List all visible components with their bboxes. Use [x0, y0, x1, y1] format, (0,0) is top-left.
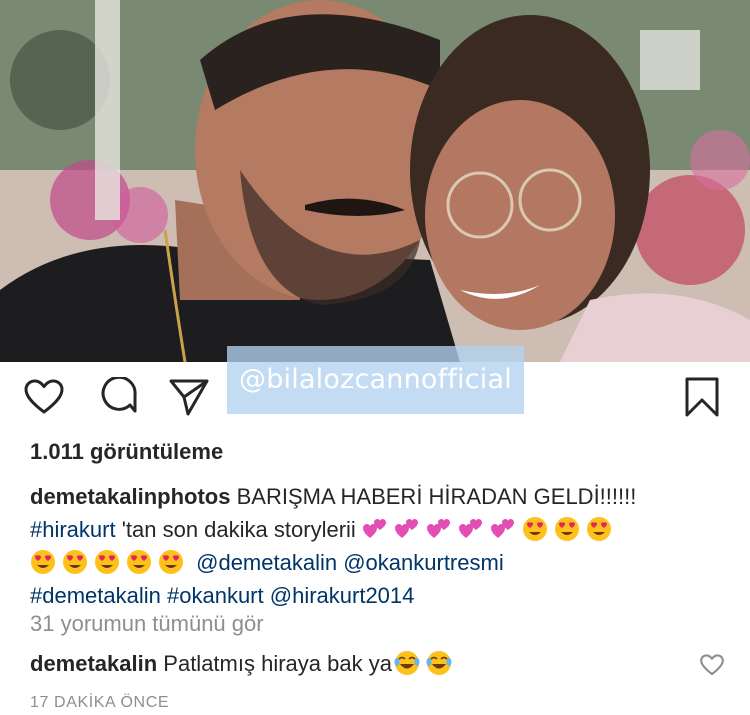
- two-hearts-emoji-icon: [458, 519, 482, 538]
- view-all-comments-link[interactable]: 31 yorumun tümünü gör: [30, 611, 264, 637]
- heart-eyes-emoji-icon: [95, 550, 119, 574]
- heart-outline-icon[interactable]: [700, 654, 724, 678]
- mention-link[interactable]: @hirakurt2014: [270, 583, 415, 608]
- comment-text: Patlatmış hiraya bak ya: [157, 651, 392, 676]
- photo-illustration: [0, 0, 750, 362]
- two-hearts-emoji-icon: [394, 519, 418, 538]
- comment-icon[interactable]: [97, 375, 141, 419]
- mention-link[interactable]: @demetakalin: [196, 550, 337, 575]
- heart-eyes-emoji-icon: [554, 517, 579, 541]
- share-icon[interactable]: [167, 375, 211, 419]
- tears-of-joy-emoji-icon: [426, 651, 452, 675]
- heart-eyes-emoji-icon: [127, 550, 151, 574]
- heart-eyes-emoji-icon: [31, 550, 55, 574]
- view-count[interactable]: 1.011 görüntüleme: [30, 439, 223, 465]
- two-hearts-emoji-icon: [362, 519, 386, 538]
- two-hearts-emoji-icon: [490, 519, 514, 538]
- comment-username[interactable]: demetakalin: [30, 651, 157, 676]
- heart-eyes-emoji-icon: [63, 550, 87, 574]
- caption-text-line2: 'tan son dakika storylerii: [115, 517, 356, 542]
- post-photo[interactable]: [0, 0, 750, 362]
- hashtag-link[interactable]: #hirakurt: [30, 517, 116, 542]
- mention-link[interactable]: @okankurtresmi: [343, 550, 504, 575]
- hashtag-link[interactable]: #okankurt: [167, 583, 264, 608]
- comment-row: demetakalin Patlatmış hiraya bak ya: [30, 650, 458, 677]
- hashtag-link[interactable]: #demetakalin: [30, 583, 161, 608]
- caption-text-line1: BARIŞMA HABERİ HİRADAN GELDİ!!!!!!: [230, 484, 637, 509]
- post-caption: demetakalinphotos BARIŞMA HABERİ HİRADAN…: [30, 480, 730, 612]
- caption-username[interactable]: demetakalinphotos: [30, 484, 230, 509]
- bookmark-icon[interactable]: [680, 375, 724, 419]
- heart-icon[interactable]: [22, 375, 66, 419]
- heart-eyes-emoji-icon: [586, 517, 611, 541]
- heart-eyes-emoji-icon: [159, 550, 183, 574]
- action-bar: [0, 366, 750, 428]
- post-timestamp: 17 DAKİKA ÖNCE: [30, 694, 170, 711]
- tears-of-joy-emoji-icon: [394, 651, 420, 675]
- heart-eyes-emoji-icon: [522, 517, 547, 541]
- two-hearts-emoji-icon: [426, 519, 450, 538]
